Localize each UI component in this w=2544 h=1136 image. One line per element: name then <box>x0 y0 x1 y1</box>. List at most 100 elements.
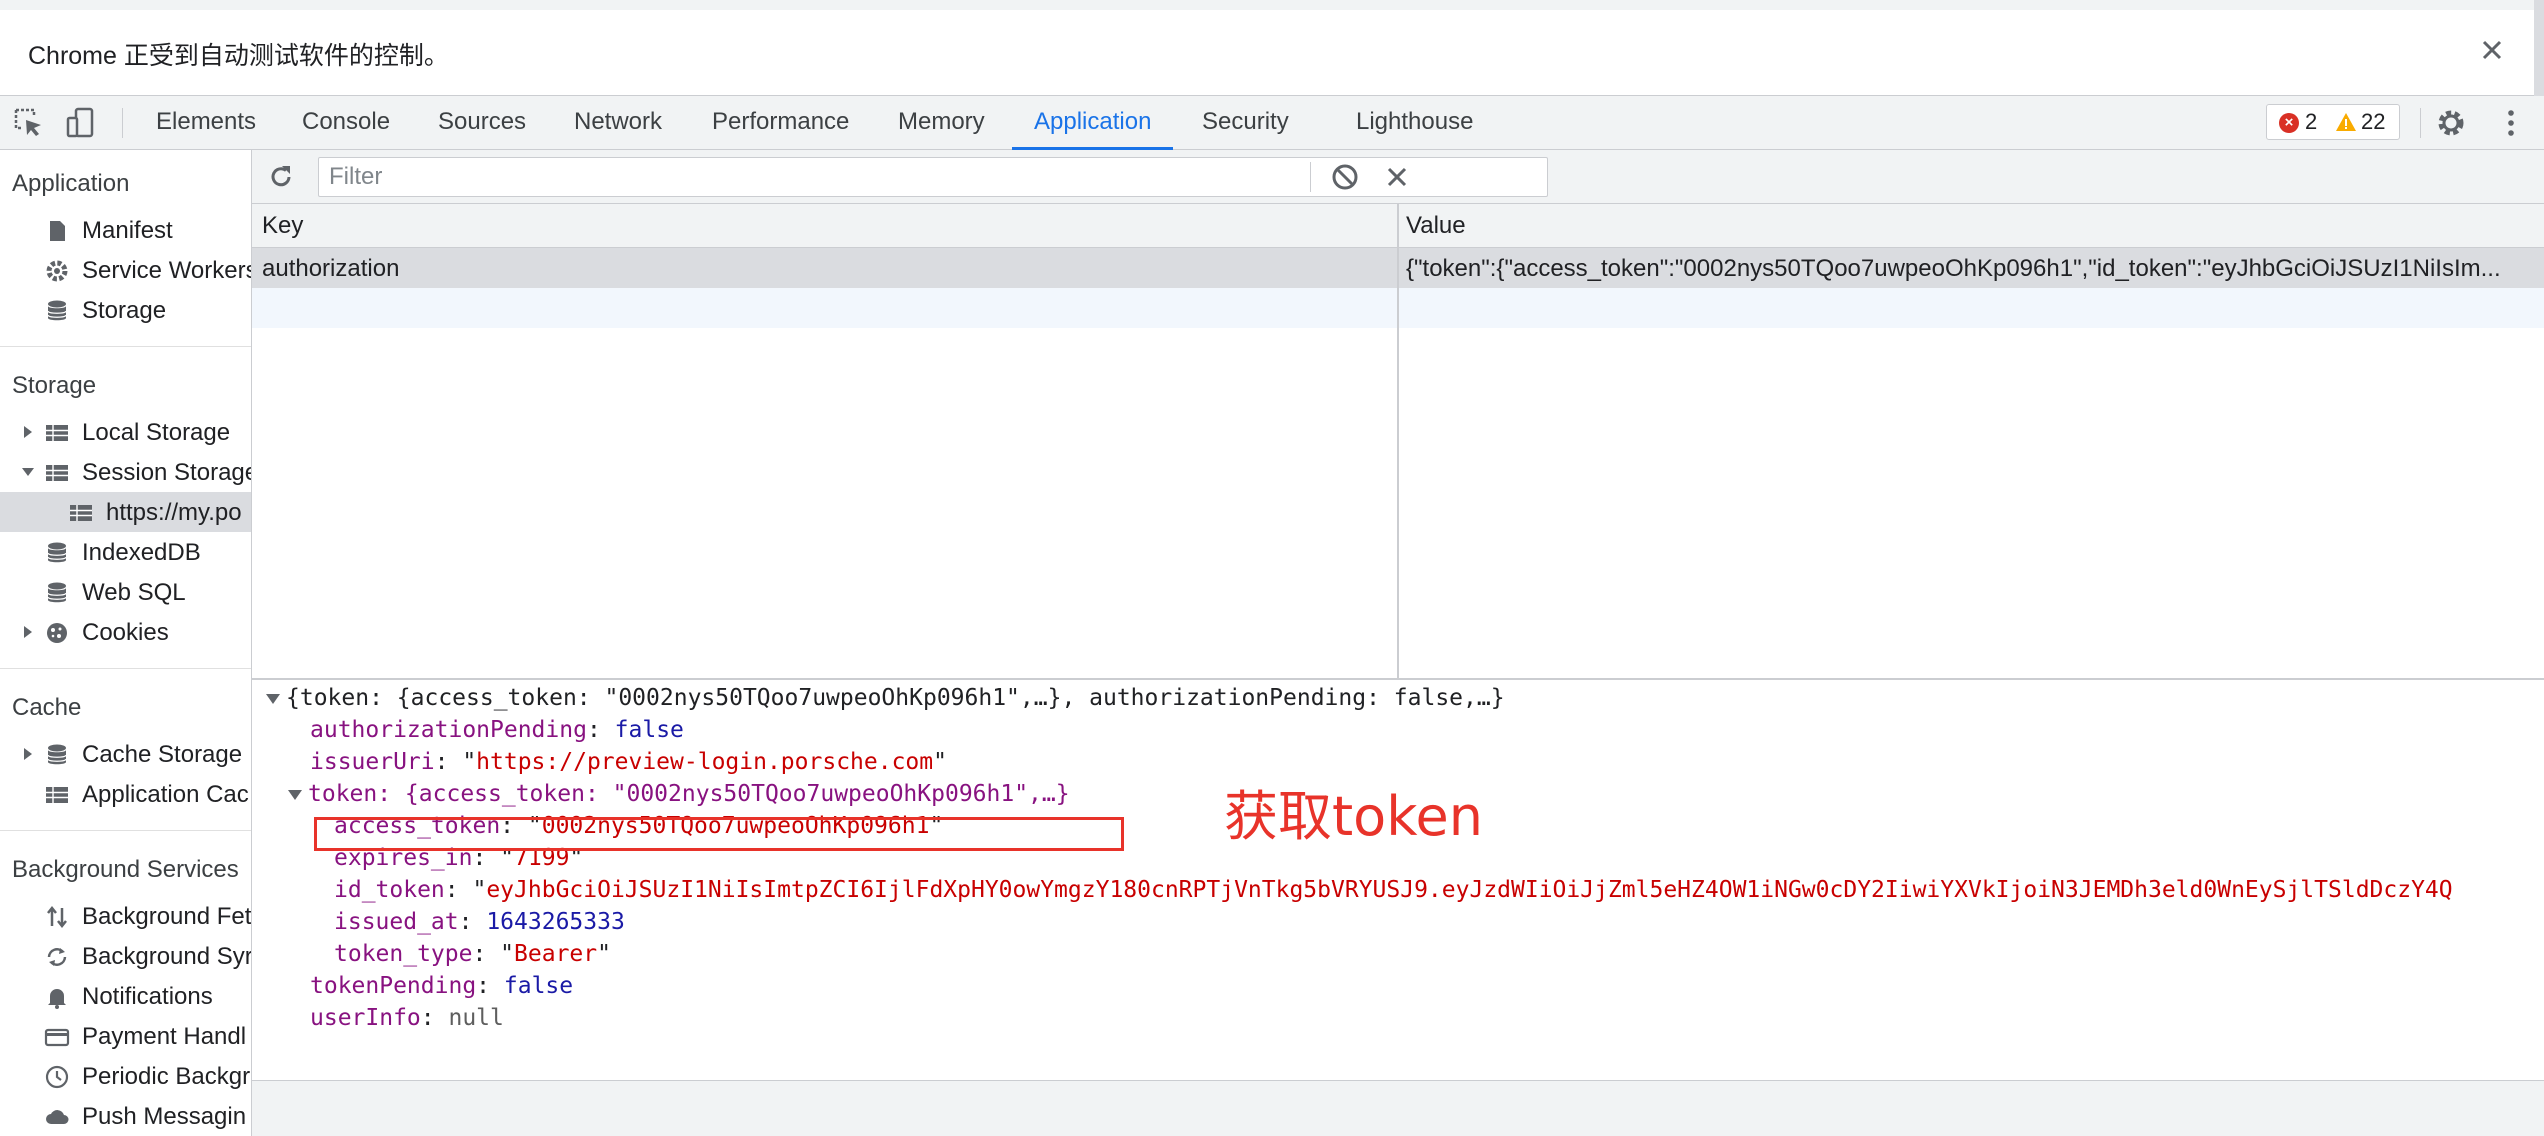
automation-infobar: Chrome 正受到自动测试软件的控制。 <box>0 0 2544 96</box>
sidebar-item-label: Session Storage <box>82 459 252 486</box>
sidebar-item-label: Service Workers <box>82 257 252 284</box>
sidebar-item-web-sql[interactable]: Web SQL <box>0 572 251 612</box>
column-header-value[interactable]: Value <box>1406 212 1466 240</box>
infobar-top-shade <box>0 0 2544 10</box>
sidebar-item-label: Payment Handl <box>82 1023 247 1050</box>
more-options-icon[interactable] <box>2494 106 2528 140</box>
window-scrollbar[interactable] <box>2534 0 2544 96</box>
access-token-highlight-box <box>314 817 1124 851</box>
grid-icon <box>46 465 68 481</box>
sync-icon <box>47 948 67 966</box>
storage-toolbar <box>252 150 2544 204</box>
sidebar-item-label: Cache Storage <box>82 741 243 768</box>
sidebar-item-label: Background Fet <box>82 903 252 930</box>
preview-property-user-info: userInfo: null <box>310 1005 504 1031</box>
application-sidebar: Application Manifest Service Workers Sto… <box>0 150 252 1136</box>
session-storage-table: Key Value authorization {"token":{"acces… <box>252 204 2544 680</box>
devtools-tab-bar: Elements Console Sources Network Perform… <box>0 96 2544 150</box>
expand-triangle-icon[interactable] <box>288 789 302 800</box>
tab-console[interactable]: Console <box>302 96 390 150</box>
sidebar-item-label: IndexedDB <box>82 539 201 566</box>
cookie-icon <box>47 623 67 643</box>
preview-property-token[interactable]: token: {access_token: "0002nys50TQoo7uwp… <box>288 778 1070 810</box>
gear-icon[interactable] <box>2434 106 2468 140</box>
sidebar-item-service-workers[interactable]: Service Workers <box>0 250 252 290</box>
toolbar-divider <box>2420 108 2421 138</box>
sidebar-item-periodic-background-sync[interactable]: Periodic Backgr <box>0 1056 251 1096</box>
sidebar-item-label: Web SQL <box>82 579 186 606</box>
tab-lighthouse[interactable]: Lighthouse <box>1356 96 1473 150</box>
warning-icon <box>2336 113 2356 131</box>
sidebar-item-label: Notifications <box>82 983 213 1010</box>
tab-memory[interactable]: Memory <box>898 96 985 150</box>
preview-property-authorization-pending: authorizationPending: false <box>310 717 684 743</box>
clock-icon <box>45 1065 69 1089</box>
arrows-icon <box>47 905 67 929</box>
value-cell[interactable]: {"token":{"access_token":"0002nys50TQoo7… <box>1406 255 2536 283</box>
toolbar-divider <box>1310 162 1311 192</box>
sidebar-item-label: Background Syr <box>82 943 252 970</box>
gear-icon <box>46 260 68 282</box>
cloud-icon <box>46 1110 69 1124</box>
sidebar-item-label: Cookies <box>82 619 169 646</box>
sidebar-item-label: Push Messagin <box>82 1103 247 1130</box>
column-divider[interactable] <box>1397 204 1399 680</box>
error-count: 2 <box>2305 109 2318 134</box>
database-icon <box>47 542 67 563</box>
tab-application[interactable]: Application <box>1012 96 1174 150</box>
tab-security[interactable]: Security <box>1202 96 1289 150</box>
preview-root-line[interactable]: {token: {access_token: "0002nys50TQoo7uw… <box>266 682 1505 714</box>
column-header-key[interactable]: Key <box>262 212 303 240</box>
section-header-cache: Cache <box>12 694 82 721</box>
sidebar-item-session-storage[interactable]: Session Storage <box>0 452 252 492</box>
sidebar-item-cookies[interactable]: Cookies <box>0 612 251 652</box>
preview-property-id-token: id_token: "eyJhbGciOiJSUzI1NiIsImtpZCI6I… <box>334 877 2453 903</box>
sidebar-item-local-storage[interactable]: Local Storage <box>0 412 251 452</box>
issues-counter[interactable]: × 2 22 <box>2266 104 2400 140</box>
sidebar-item-payment-handler[interactable]: Payment Handl <box>0 1016 251 1056</box>
sidebar-item-manifest[interactable]: Manifest <box>0 210 251 250</box>
chevron-down-icon[interactable] <box>20 464 36 480</box>
sidebar-item-notifications[interactable]: Notifications <box>0 976 251 1016</box>
preview-property-issued-at: issued_at: 1643265333 <box>334 909 625 935</box>
sidebar-item-label: Application Cac <box>82 781 249 808</box>
device-toolbar-icon[interactable] <box>64 106 98 140</box>
tab-performance[interactable]: Performance <box>712 96 849 150</box>
grid-icon <box>70 505 92 521</box>
tab-sources[interactable]: Sources <box>438 96 526 150</box>
annotation-label: 获取token <box>1224 785 1484 848</box>
database-icon <box>47 300 67 321</box>
sidebar-item-indexeddb[interactable]: IndexedDB <box>0 532 251 572</box>
warning-count: 22 <box>2361 109 2386 134</box>
filter-input[interactable] <box>318 157 1548 197</box>
sidebar-item-push-messaging[interactable]: Push Messagin <box>0 1096 251 1136</box>
expand-triangle-icon[interactable] <box>266 693 280 704</box>
tab-network[interactable]: Network <box>574 96 662 150</box>
sidebar-item-storage[interactable]: Storage <box>0 290 251 330</box>
grid-icon <box>46 787 68 803</box>
document-icon <box>50 221 65 241</box>
chevron-right-icon[interactable] <box>20 424 36 440</box>
sidebar-item-label: Periodic Backgr <box>82 1063 251 1090</box>
sidebar-item-label: Manifest <box>82 217 173 244</box>
toolbar-divider <box>122 108 123 138</box>
delete-selected-icon[interactable] <box>1382 162 1412 192</box>
chevron-right-icon[interactable] <box>20 746 36 762</box>
refresh-icon[interactable] <box>266 162 296 192</box>
sidebar-item-cache-storage[interactable]: Cache Storage <box>0 734 251 774</box>
sidebar-item-background-fetch[interactable]: Background Fet <box>0 896 252 936</box>
preview-property-token-pending: tokenPending: false <box>310 973 574 999</box>
inspect-element-icon[interactable] <box>12 106 46 140</box>
sidebar-item-background-sync[interactable]: Background Syr <box>0 936 252 976</box>
section-divider <box>0 346 251 347</box>
clear-all-icon[interactable] <box>1330 162 1360 192</box>
sidebar-item-session-origin[interactable]: https://my.po <box>0 492 251 532</box>
tab-elements[interactable]: Elements <box>156 96 256 150</box>
chevron-right-icon[interactable] <box>20 624 36 640</box>
sidebar-item-label: Local Storage <box>82 419 231 446</box>
sidebar-item-application-cache[interactable]: Application Cac <box>0 774 251 814</box>
bell-icon <box>48 989 66 1009</box>
infobar-message: Chrome 正受到自动测试软件的控制。 <box>28 42 449 70</box>
close-icon[interactable] <box>2472 30 2512 70</box>
key-cell[interactable]: authorization <box>262 255 1382 283</box>
